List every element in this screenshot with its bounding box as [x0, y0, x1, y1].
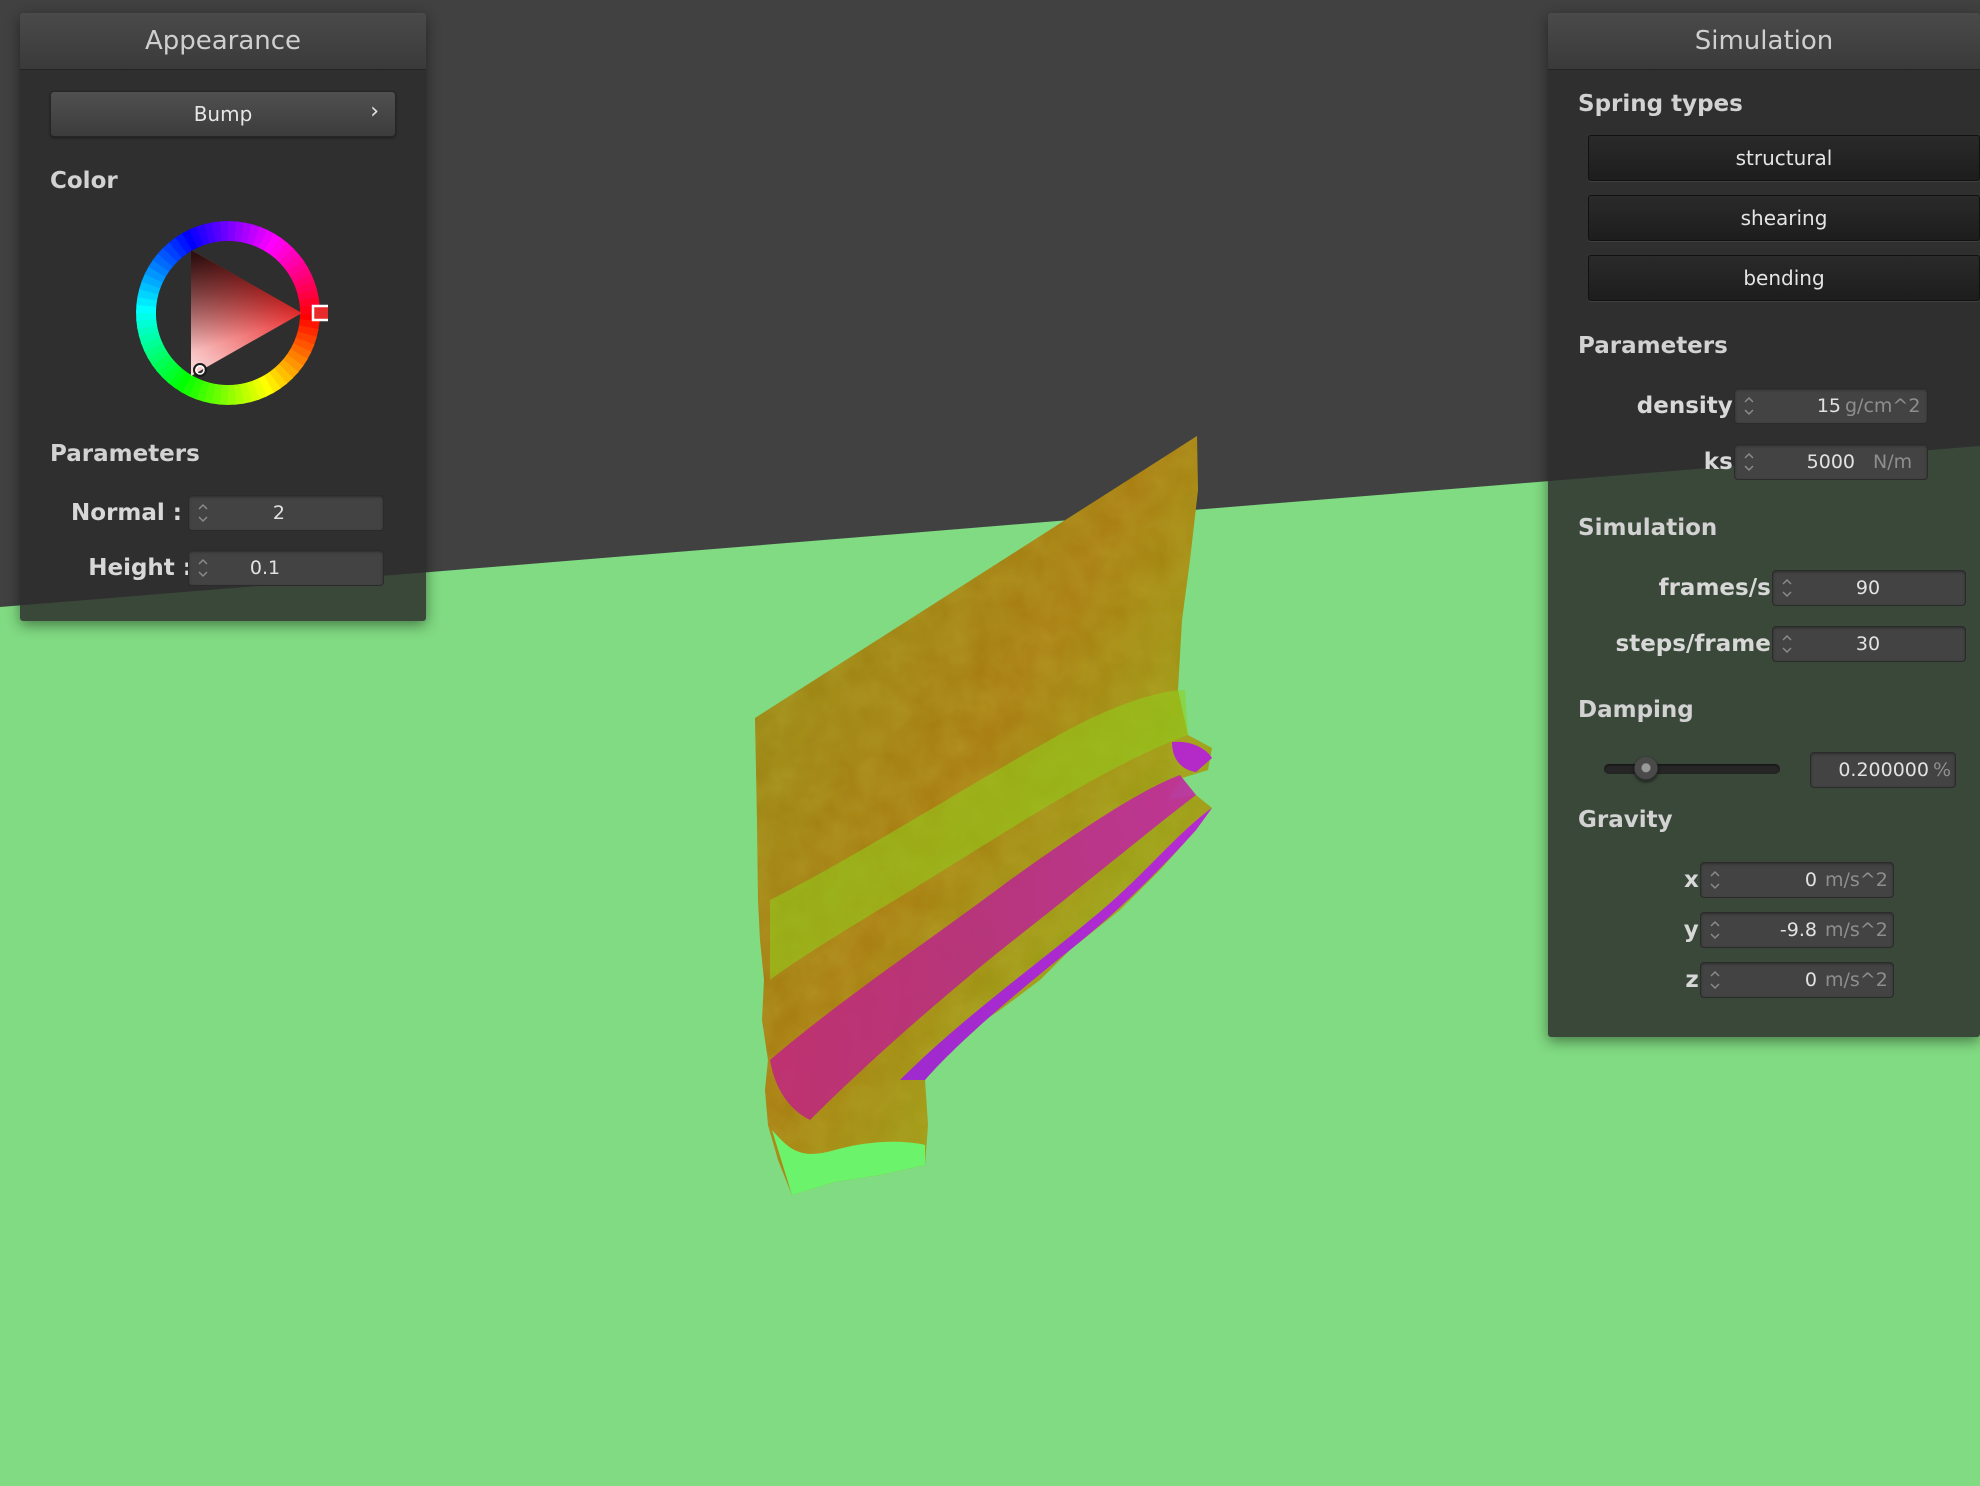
spring-types-label: Spring types — [1578, 91, 1743, 117]
color-wheel[interactable] — [128, 213, 328, 413]
gravity-y-unit: m/s^2 — [1825, 919, 1888, 941]
steps-per-frame-input[interactable]: 30 — [1772, 626, 1966, 662]
height-value: 0.1 — [249, 557, 281, 579]
damping-label: Damping — [1578, 697, 1694, 723]
chevron-right-icon: › — [370, 99, 379, 124]
spinner-icon[interactable] — [1781, 575, 1793, 601]
spinner-icon[interactable] — [197, 500, 209, 526]
spinner-icon[interactable] — [1709, 967, 1721, 993]
bending-spring-button[interactable]: bending — [1588, 255, 1980, 301]
frames-per-sec-value: 90 — [1855, 577, 1881, 599]
spinner-icon[interactable] — [1709, 867, 1721, 893]
simulation-parameters-label: Parameters — [1578, 333, 1728, 359]
gravity-y-value: -9.8 — [1779, 919, 1817, 941]
density-label: density : — [1636, 393, 1750, 419]
height-label: Height : — [88, 555, 192, 581]
shearing-spring-button[interactable]: shearing — [1588, 195, 1980, 241]
shader-select-label: Bump — [193, 102, 253, 126]
spinner-icon[interactable] — [1709, 917, 1721, 943]
damping-slider-thumb[interactable] — [1634, 757, 1659, 781]
normal-input[interactable]: 2 — [188, 495, 384, 531]
steps-per-frame-label: steps/frame : — [1615, 631, 1788, 657]
gravity-x-input[interactable]: 0 m/s^2 — [1700, 862, 1894, 898]
ks-unit: N/m — [1873, 451, 1913, 473]
gravity-label: Gravity — [1578, 807, 1673, 833]
simulation-section-label: Simulation — [1578, 515, 1718, 541]
height-input[interactable]: 0.1 — [188, 550, 384, 586]
appearance-parameters-label: Parameters — [50, 441, 200, 467]
gravity-z-unit: m/s^2 — [1825, 969, 1888, 991]
normal-label: Normal : — [71, 500, 182, 526]
spinner-icon[interactable] — [1781, 631, 1793, 657]
density-input[interactable]: 15 g/cm^2 — [1734, 388, 1928, 424]
gravity-z-input[interactable]: 0 m/s^2 — [1700, 962, 1894, 998]
frames-per-sec-label: frames/s : — [1658, 575, 1788, 601]
spinner-icon[interactable] — [197, 555, 209, 581]
ks-input[interactable]: 5000 N/m — [1734, 444, 1928, 480]
simulation-panel: Simulation Spring types structural shear… — [1548, 13, 1980, 1037]
gravity-z-value: 0 — [1804, 969, 1817, 991]
normal-value: 2 — [272, 502, 285, 524]
gravity-x-unit: m/s^2 — [1825, 869, 1888, 891]
gravity-z-label: z : — [1685, 967, 1716, 993]
simulation-panel-title[interactable]: Simulation — [1548, 13, 1980, 70]
ks-label: ks : — [1703, 449, 1750, 475]
color-section-label: Color — [50, 168, 118, 194]
appearance-panel-title[interactable]: Appearance — [20, 13, 426, 70]
damping-unit: % — [1933, 759, 1952, 781]
damping-slider-track[interactable] — [1604, 764, 1780, 774]
gravity-y-label: y : — [1683, 917, 1716, 943]
damping-slider[interactable] — [1604, 751, 1780, 787]
appearance-panel: Appearance Bump › Color Parameters Norma… — [20, 13, 426, 621]
structural-spring-button[interactable]: structural — [1588, 135, 1980, 181]
density-value: 15 — [1816, 395, 1841, 417]
spinner-icon[interactable] — [1743, 449, 1755, 475]
spinner-icon[interactable] — [1743, 393, 1755, 419]
density-unit: g/cm^2 — [1845, 395, 1921, 417]
gravity-x-label: x : — [1683, 867, 1716, 893]
gravity-x-value: 0 — [1804, 869, 1817, 891]
damping-value-box[interactable]: 0.200000 % — [1810, 752, 1956, 788]
frames-per-sec-input[interactable]: 90 — [1772, 570, 1966, 606]
hue-picker-handle[interactable] — [311, 304, 328, 322]
gravity-y-input[interactable]: -9.8 m/s^2 — [1700, 912, 1894, 948]
damping-value: 0.200000 — [1838, 759, 1929, 781]
steps-per-frame-value: 30 — [1855, 633, 1881, 655]
ks-value: 5000 — [1806, 451, 1855, 473]
shader-select[interactable]: Bump › — [50, 91, 396, 137]
